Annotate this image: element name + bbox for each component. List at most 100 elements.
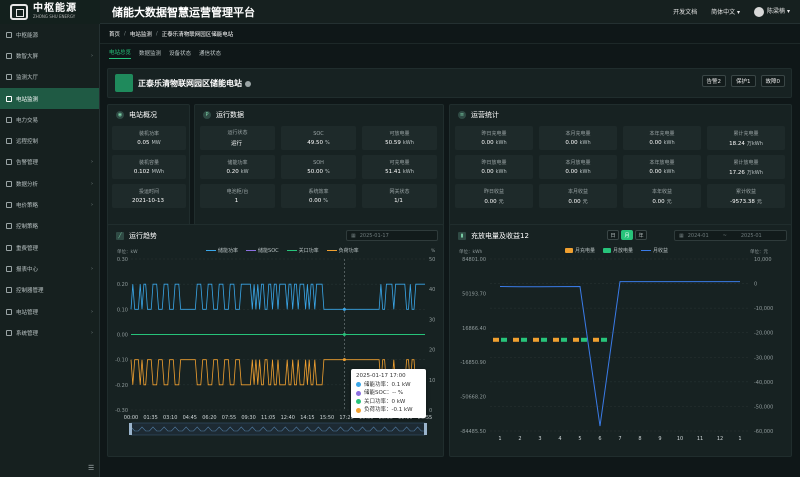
- zoom-handle-left[interactable]: [129, 423, 132, 435]
- metric-label: 累计收益: [735, 188, 756, 195]
- legend-gate-power[interactable]: 关口功率: [286, 247, 319, 254]
- metric-unit: kWh: [402, 169, 414, 175]
- sidebar-item-alarm[interactable]: 告警管理 ›: [0, 152, 99, 173]
- language-select[interactable]: 简体中文 ▾: [711, 7, 740, 16]
- metric-unit: kW: [240, 169, 249, 175]
- toggle-month[interactable]: 月: [621, 230, 633, 240]
- sidebar-item-system[interactable]: 系统管理 ›: [0, 322, 99, 343]
- metric-label: 本年放电量: [649, 160, 675, 166]
- sidebar-item-price[interactable]: 电价策略 ›: [0, 194, 99, 215]
- sidebar-item-remote[interactable]: 远程控制: [0, 130, 99, 151]
- sidebar-item-screen[interactable]: 数智大屏 ›: [0, 45, 99, 66]
- sidebar-item-station-manage[interactable]: 电站管理 ›: [0, 301, 99, 322]
- metric-cell: 本年放电量 0.00 kWh: [623, 155, 701, 179]
- y-tick-label: 0.10: [117, 307, 128, 313]
- metric-value: 0.00 元: [568, 198, 587, 205]
- trend-chart[interactable]: 0.30 0.20 0.10 0.00 -0.10 -0.20 -0.30 50 40 30 20 1…: [108, 255, 445, 455]
- metric-value: 0.00 kWh: [565, 140, 590, 146]
- legend-label: 负荷功率: [338, 248, 359, 254]
- tab-comm-status[interactable]: 通信状态: [199, 49, 221, 57]
- metric-number: 0.00: [565, 169, 578, 175]
- ops-icon: ≡: [458, 111, 466, 119]
- alarm-button[interactable]: 告警2: [701, 75, 726, 87]
- user-menu[interactable]: 陈梁楠 ▾: [754, 6, 790, 17]
- metric-cell: 装机容量 0.102 MWh: [112, 155, 186, 179]
- dev-docs-link[interactable]: 开发文档: [673, 7, 697, 16]
- sidebar-item-label: 电价策略: [16, 203, 39, 210]
- sidebar-item-monitor[interactable]: 监测大厅: [0, 67, 99, 88]
- tab-data-monitor[interactable]: 数据监测: [139, 49, 161, 57]
- running-icon: P: [203, 111, 211, 119]
- tab-device-status[interactable]: 设备状态: [169, 49, 191, 57]
- sidebar-item-home[interactable]: 中枢能源: [0, 24, 99, 45]
- sidebar-item-station[interactable]: 电站监测: [0, 87, 99, 110]
- metric-unit: %: [324, 139, 330, 146]
- y-tick-label: 0.20: [117, 282, 128, 288]
- sidebar-item-control[interactable]: 控制策略: [0, 216, 99, 237]
- sidebar-item-analysis[interactable]: 数据分析 ›: [0, 173, 99, 194]
- tab-overview[interactable]: 电站总览: [109, 48, 132, 59]
- metric-label: 可充电量: [389, 160, 410, 166]
- calendar-icon: ▦: [351, 232, 356, 239]
- zoom-handle-right[interactable]: [424, 423, 427, 435]
- tooltip-row: 储能SOC：-- %: [364, 390, 404, 396]
- sidebar-item-controller[interactable]: 控制器管理: [0, 280, 99, 301]
- sidebar-item-report[interactable]: 报表中心 ›: [0, 258, 99, 279]
- metric-number: 2021-10-13: [132, 198, 164, 204]
- legend-discharge[interactable]: 月放电量: [603, 247, 633, 254]
- sidebar-item-trade[interactable]: 电力交易: [0, 109, 99, 130]
- legend-charge[interactable]: 月充电量: [565, 247, 595, 254]
- metric-label: 网关状态: [389, 189, 410, 195]
- analysis-icon: [6, 180, 12, 187]
- metric-unit: kWh: [579, 169, 591, 175]
- logo[interactable]: 中枢能源 ZHONG SHU ENERGY: [0, 0, 100, 24]
- breadcrumb-current: 正泰乐清物联网园区储能电站: [161, 31, 234, 38]
- metric-cell: 累计放电量 17.26 万kWh: [707, 155, 785, 179]
- sidebar-item-label: 报表中心: [16, 266, 39, 273]
- legend-storage-soc[interactable]: 储能SOC: [246, 247, 279, 254]
- metric-number: 0.00: [649, 169, 662, 175]
- trend-unit-right: %: [431, 249, 436, 254]
- y-tick-label: -0.10: [115, 358, 128, 364]
- metric-cell: 累计收益 -9573.38 元: [707, 184, 785, 208]
- metric-label: 本年充电量: [649, 131, 675, 137]
- chevron-right-icon: ›: [91, 308, 93, 315]
- metric-value: 0.102 MWh: [134, 169, 164, 175]
- legend-label: 月放电量: [613, 248, 634, 254]
- metric-label: 累计充电量: [733, 130, 759, 137]
- protect-button[interactable]: 保护1: [731, 75, 756, 87]
- x-tick-label: 1: [738, 436, 741, 442]
- sidebar-item-fee[interactable]: 重费管理: [0, 237, 99, 258]
- fault-button[interactable]: 故障0: [760, 75, 785, 87]
- legend-income[interactable]: 月收益: [641, 247, 668, 254]
- revenue-chart[interactable]: 84801.00 50193.70 16866.40 -16850.90 -50668.…: [450, 255, 793, 455]
- revenue-date-range[interactable]: ▦ 2024-01 ~2025-01: [674, 230, 787, 241]
- sidebar-item-label: 远程控制: [16, 139, 39, 146]
- metric-unit: kWh: [495, 169, 507, 175]
- discharge-bar: [521, 337, 527, 342]
- date-to: ~: [722, 232, 727, 239]
- toggle-day[interactable]: 日: [607, 230, 619, 240]
- tooltip-row: 关口功率：0 kW: [364, 398, 406, 405]
- metric-value: 1: [235, 198, 241, 204]
- charge-bar: [493, 337, 499, 342]
- trend-date-picker[interactable]: ▦ 2025-01-17: [346, 230, 438, 241]
- y2-tick-label: -50,000: [754, 404, 773, 410]
- x-tick-label: 3: [538, 436, 541, 442]
- collapse-menu-icon[interactable]: ☰: [88, 464, 94, 472]
- breadcrumb-home[interactable]: 首页: [109, 30, 120, 38]
- metric-cell: 本年充电量 0.00 kWh: [623, 126, 701, 150]
- info-icon[interactable]: [245, 80, 251, 87]
- top-bar: 中枢能源 ZHONG SHU ENERGY 储能大数据智慧运营管理平台 开发文档…: [0, 0, 800, 24]
- metric-number: 18.24: [729, 140, 745, 147]
- period-toggle: 日 月 年: [607, 230, 647, 240]
- chevron-right-icon: ›: [91, 202, 93, 209]
- breadcrumb-separator: /: [124, 30, 126, 37]
- ops-panel: ≡ 运营统计 昨日充电量 0.00 kWh 本月充电量 0.00 kWh 本年充电量 0.00 k…: [449, 104, 792, 241]
- legend-storage-power[interactable]: 储能功率: [206, 247, 238, 254]
- metric-value: 0.05 MW: [137, 140, 161, 146]
- toggle-year[interactable]: 年: [635, 230, 647, 240]
- breadcrumb-station-monitor[interactable]: 电站监测: [130, 30, 152, 38]
- metric-label: 系统效率: [308, 189, 329, 195]
- legend-load-power[interactable]: 负荷功率: [326, 247, 359, 254]
